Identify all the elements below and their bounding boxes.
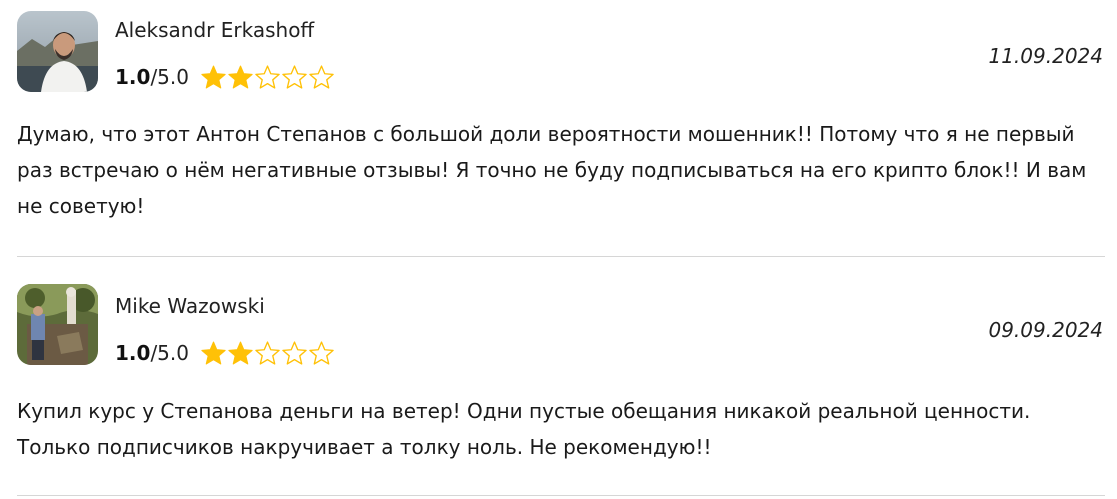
review-date: 09.09.2024 — [988, 318, 1103, 342]
star-empty-icon — [282, 65, 307, 89]
star-filled-icon — [228, 341, 253, 365]
review-card: Mike Wazowski 1.0/5.0 09.09.2024 Купил к… — [0, 257, 1117, 499]
rating-max: /5.0 — [150, 341, 189, 365]
avatar — [17, 284, 98, 365]
rating: 1.0/5.0 — [115, 63, 335, 91]
avatar — [17, 11, 98, 92]
star-empty-icon — [309, 341, 334, 365]
rating-max: /5.0 — [150, 65, 189, 89]
star-filled-icon — [201, 65, 226, 89]
star-empty-icon — [255, 341, 280, 365]
star-filled-icon — [201, 341, 226, 365]
review-date: 11.09.2024 — [988, 44, 1103, 68]
review-author: Aleksandr Erkashoff — [115, 18, 315, 42]
star-empty-icon — [255, 65, 280, 89]
review-text: Купил курс у Степанова деньги на ветер! … — [17, 399, 1031, 459]
star-empty-icon — [282, 341, 307, 365]
review-text: Думаю, что этот Антон Степанов с большой… — [17, 122, 1087, 218]
rating-score: 1.0/5.0 — [115, 341, 189, 365]
star-rating — [200, 64, 335, 90]
rating-score: 1.0/5.0 — [115, 65, 189, 89]
review-author: Mike Wazowski — [115, 294, 265, 318]
rating: 1.0/5.0 — [115, 339, 335, 367]
avatar-photo-man — [17, 11, 98, 92]
rating-value: 1.0 — [115, 65, 151, 89]
star-empty-icon — [309, 65, 334, 89]
divider — [17, 495, 1105, 496]
reviews-list: Aleksandr Erkashoff 1.0/5.0 11.09.2024 Д… — [0, 0, 1117, 499]
rating-value: 1.0 — [115, 341, 151, 365]
review-card: Aleksandr Erkashoff 1.0/5.0 11.09.2024 Д… — [0, 0, 1117, 257]
avatar-photo-outdoor — [17, 284, 98, 365]
star-rating — [200, 340, 335, 366]
star-filled-icon — [228, 65, 253, 89]
